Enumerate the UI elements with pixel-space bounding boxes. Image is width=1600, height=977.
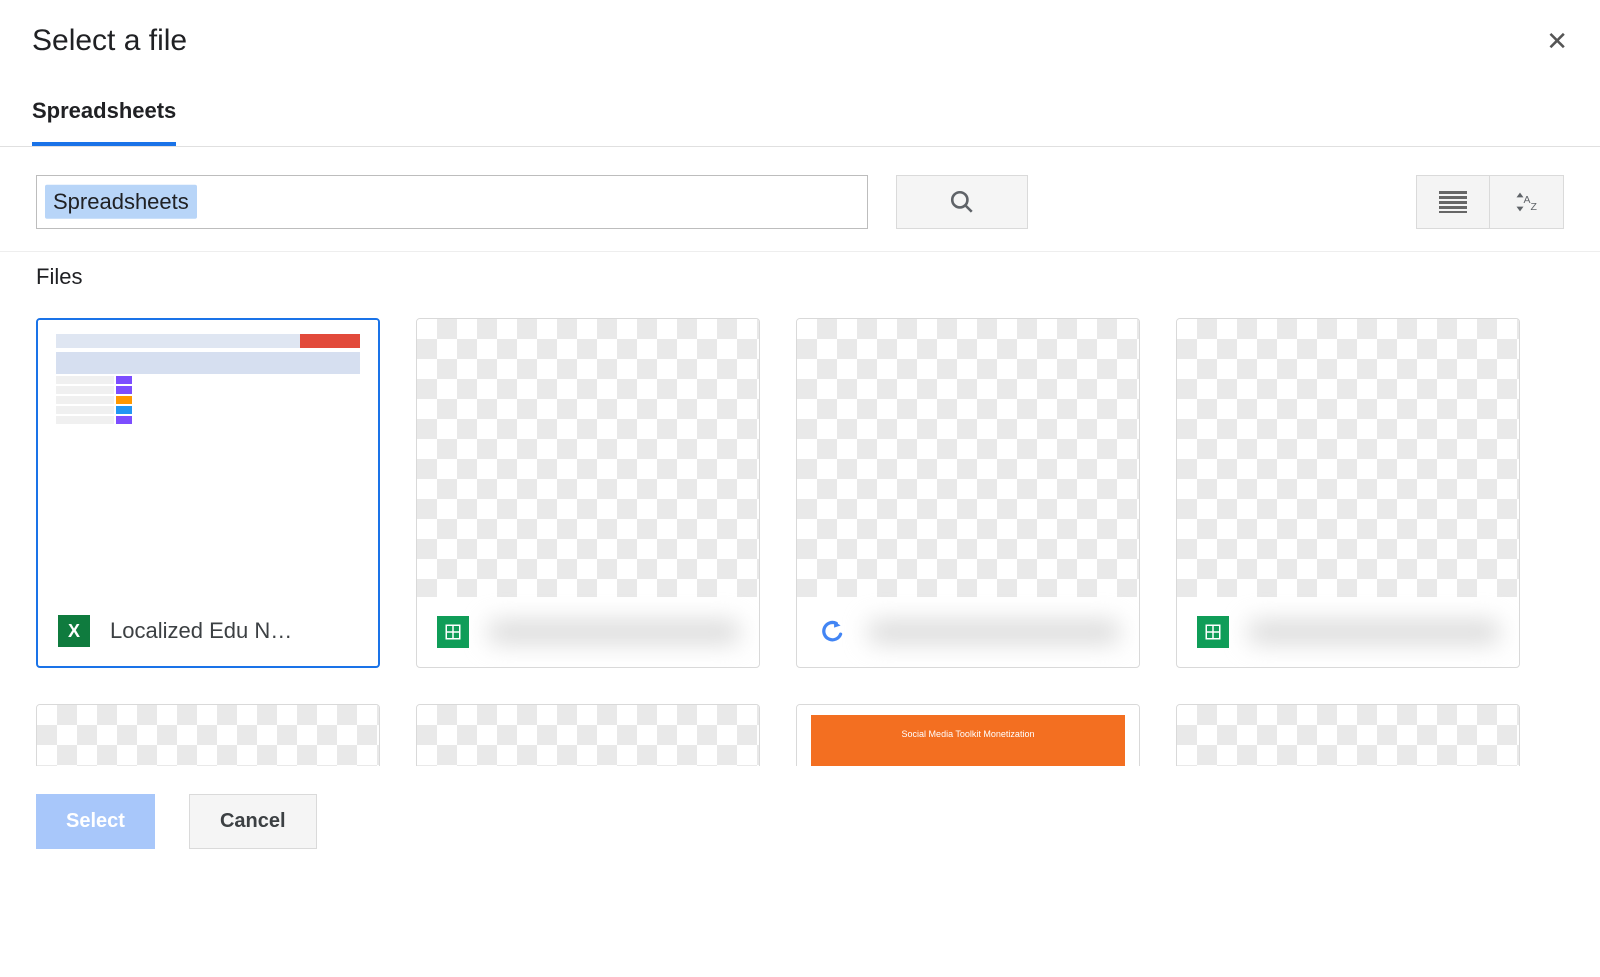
file-thumbnail (417, 705, 759, 774)
search-button[interactable] (896, 175, 1028, 229)
tabs-bar: Spreadsheets (0, 98, 1600, 147)
file-thumbnail (37, 705, 379, 774)
file-card[interactable] (796, 318, 1140, 668)
apps-script-icon (817, 616, 849, 648)
sort-az-icon: A Z (1513, 188, 1541, 216)
file-card[interactable] (1176, 318, 1520, 668)
files-grid: X Localized Edu N… (0, 290, 1600, 774)
files-section-label: Files (0, 252, 1600, 290)
file-thumbnail (1177, 319, 1519, 597)
file-footer: X Localized Edu N… (38, 596, 378, 666)
dialog-footer: Select Cancel (0, 766, 1600, 877)
dialog-title: Select a file (32, 24, 1568, 58)
svg-text:A: A (1523, 194, 1530, 206)
search-filter-chip[interactable]: Spreadsheets (45, 185, 197, 219)
file-thumbnail (38, 320, 378, 596)
file-footer (797, 597, 1139, 667)
file-name-redacted (869, 621, 1119, 643)
file-name: Localized Edu N… (110, 618, 358, 644)
file-name-redacted (1249, 621, 1499, 643)
list-view-button[interactable] (1416, 175, 1490, 229)
search-input-wrap[interactable]: Spreadsheets (36, 175, 868, 229)
file-name-redacted (489, 621, 739, 643)
select-button[interactable]: Select (36, 794, 155, 849)
file-card[interactable] (416, 704, 760, 774)
file-thumbnail: Social Media Toolkit Monetization (797, 705, 1139, 774)
file-card[interactable] (1176, 704, 1520, 774)
file-thumbnail (417, 319, 759, 597)
excel-icon: X (58, 615, 90, 647)
file-card[interactable] (36, 704, 380, 774)
file-thumbnail (797, 319, 1139, 597)
search-row: Spreadsheets A Z (0, 147, 1600, 252)
close-button[interactable]: ✕ (1546, 28, 1568, 54)
close-icon: ✕ (1546, 26, 1568, 56)
view-controls: A Z (1416, 175, 1564, 229)
file-card[interactable]: X Localized Edu N… (36, 318, 380, 668)
dialog-header: Select a file ✕ (0, 0, 1600, 58)
sheets-icon (1197, 616, 1229, 648)
tab-spreadsheets[interactable]: Spreadsheets (32, 98, 176, 146)
sort-button[interactable]: A Z (1490, 175, 1564, 229)
file-footer (417, 597, 759, 667)
svg-text:Z: Z (1530, 201, 1537, 213)
orange-template-title: Social Media Toolkit Monetization (811, 715, 1125, 773)
sheets-icon (437, 616, 469, 648)
file-footer (1177, 597, 1519, 667)
search-icon (949, 189, 975, 215)
file-card[interactable]: Social Media Toolkit Monetization (796, 704, 1140, 774)
files-area[interactable]: Files X Localized Edu N… (0, 252, 1600, 774)
file-card[interactable] (416, 318, 760, 668)
file-thumbnail (1177, 705, 1519, 774)
list-view-icon (1439, 191, 1467, 213)
cancel-button[interactable]: Cancel (189, 794, 317, 849)
